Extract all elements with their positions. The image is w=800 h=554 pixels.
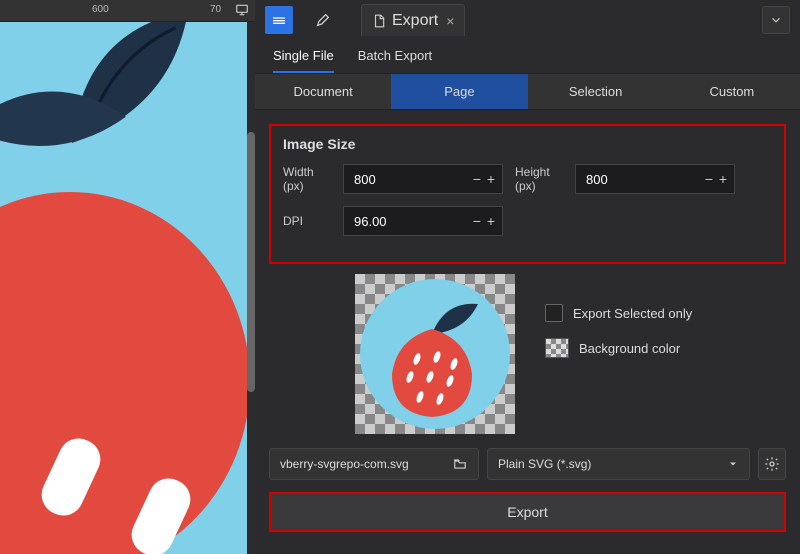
document-icon [372, 14, 386, 28]
width-value: 800 [354, 172, 470, 187]
scrollbar-thumb[interactable] [247, 132, 255, 392]
plus-icon[interactable]: + [716, 171, 730, 187]
preview-row: Export Selected only Background color [255, 274, 800, 434]
filename-field[interactable]: vberry-svgrepo-com.svg [269, 448, 479, 480]
file-output-row: vberry-svgrepo-com.svg Plain SVG (*.svg) [255, 448, 800, 480]
tab-page[interactable]: Page [391, 74, 527, 109]
format-value: Plain SVG (*.svg) [498, 457, 591, 471]
dpi-input[interactable]: 96.00 −+ [343, 206, 503, 236]
layers-icon[interactable] [265, 6, 293, 34]
filename-value: vberry-svgrepo-com.svg [280, 457, 409, 471]
canvas-content [0, 22, 255, 554]
panel-menu-dropdown[interactable] [762, 6, 790, 34]
display-icon[interactable] [235, 3, 249, 17]
tab-batch-export[interactable]: Batch Export [358, 48, 432, 73]
plus-icon[interactable]: + [484, 171, 498, 187]
image-size-section: Image Size Width (px) 800 −+ Height (px)… [269, 124, 786, 264]
format-settings-button[interactable] [758, 448, 786, 480]
artwork-berry [0, 192, 250, 554]
close-icon[interactable]: × [446, 13, 454, 29]
background-color-label: Background color [579, 341, 680, 356]
tab-custom[interactable]: Custom [664, 74, 800, 109]
tab-single-file[interactable]: Single File [273, 48, 334, 73]
background-color-option[interactable]: Background color [545, 338, 692, 358]
dpi-value: 96.00 [354, 214, 470, 229]
ruler-tick: 70 [210, 4, 221, 15]
tab-selection[interactable]: Selection [528, 74, 664, 109]
ruler-horizontal: 600 70 [0, 0, 255, 22]
checkbox-export-selected[interactable] [545, 304, 563, 322]
export-selected-option[interactable]: Export Selected only [545, 304, 692, 322]
ruler-tick: 600 [92, 4, 109, 15]
export-button[interactable]: Export [271, 494, 784, 530]
tab-document[interactable]: Document [255, 74, 391, 109]
canvas-area[interactable]: 600 70 [0, 0, 255, 554]
format-dropdown[interactable]: Plain SVG (*.svg) [487, 448, 750, 480]
export-selected-label: Export Selected only [573, 306, 692, 321]
width-label: Width (px) [283, 165, 331, 194]
export-preview [355, 274, 515, 434]
export-mode-tabs: Single File Batch Export [255, 40, 800, 73]
height-value: 800 [586, 172, 702, 187]
export-options: Export Selected only Background color [545, 304, 692, 358]
width-input[interactable]: 800 −+ [343, 164, 503, 194]
image-size-title: Image Size [283, 136, 772, 152]
height-input[interactable]: 800 −+ [575, 164, 735, 194]
plus-icon[interactable]: + [484, 213, 498, 229]
height-label: Height (px) [515, 165, 563, 194]
background-color-swatch[interactable] [545, 338, 569, 358]
tab-export[interactable]: Export × [361, 4, 465, 36]
tab-export-label: Export [392, 12, 438, 30]
folder-open-icon[interactable] [452, 457, 468, 471]
dpi-label: DPI [283, 214, 331, 228]
export-button-highlight: Export [269, 492, 786, 532]
export-source-tabs: Document Page Selection Custom [255, 73, 800, 110]
chevron-down-icon [727, 458, 739, 470]
minus-icon[interactable]: − [702, 171, 716, 187]
export-panel: Export × Single File Batch Export Docume… [255, 0, 800, 554]
panel-tab-bar: Export × [255, 0, 800, 40]
edit-icon[interactable] [309, 6, 337, 34]
minus-icon[interactable]: − [470, 171, 484, 187]
vertical-scrollbar[interactable] [247, 22, 255, 554]
minus-icon[interactable]: − [470, 213, 484, 229]
